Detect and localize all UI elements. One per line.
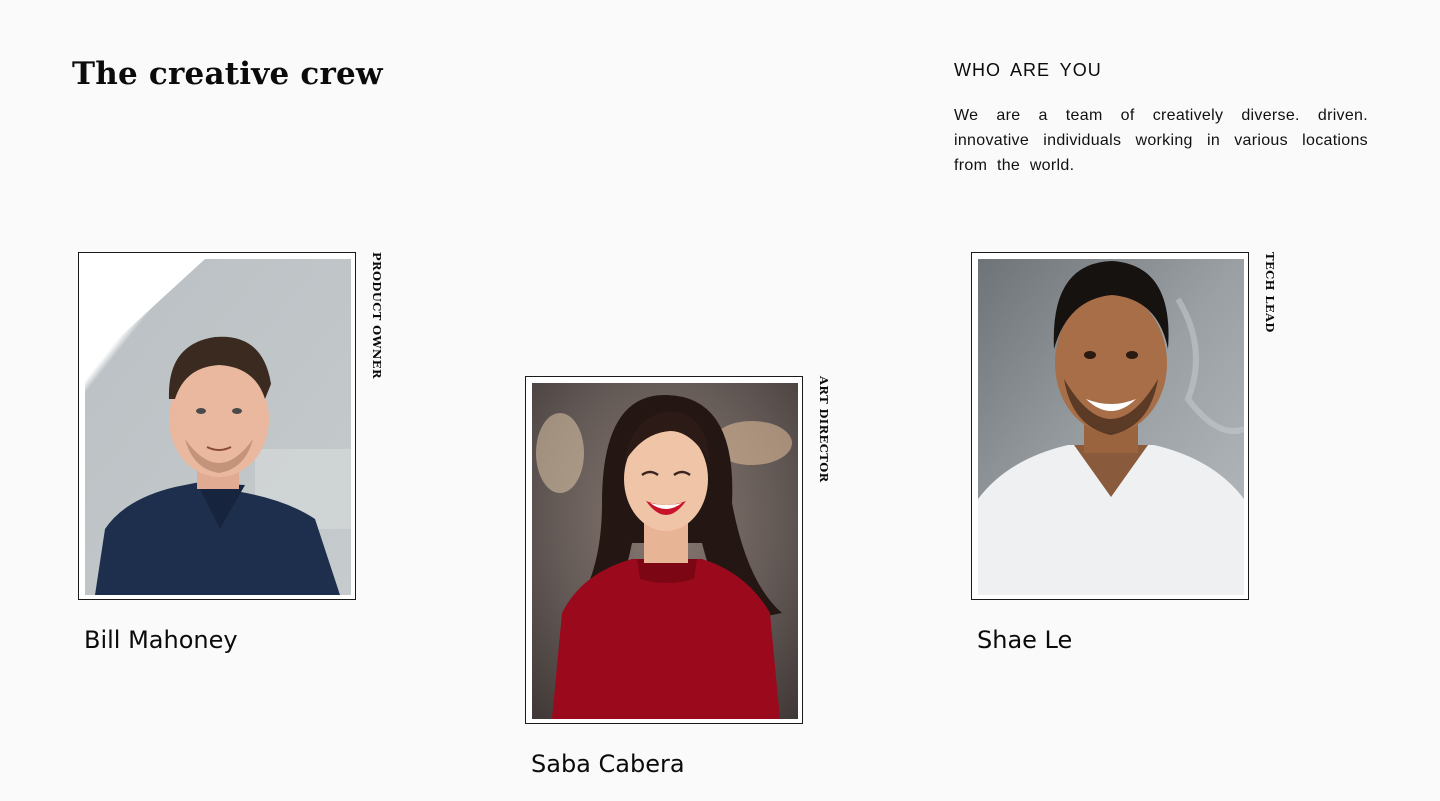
photo-frame [78,252,356,600]
member-role: ART DIRECTOR [817,376,831,483]
portrait-man-white-tshirt-image [978,259,1244,595]
portrait-woman-red-sweater-image [532,383,798,719]
photo-frame [971,252,1249,600]
member-role: PRODUCT OWNER [370,252,384,379]
member-name: Saba Cabera [531,750,685,778]
portrait-man-navy-polo-image [85,259,351,595]
about-text: We are a team of creatively diverse. dri… [954,107,1368,174]
photo-frame [525,376,803,724]
member-photo [532,383,798,719]
about-section: WHO ARE YOU We are a team of creatively … [954,60,1368,178]
about-heading: WHO ARE YOU [954,60,1102,80]
member-photo [85,259,351,595]
member-name: Bill Mahoney [84,626,238,654]
page-title: The creative crew [72,56,383,92]
member-name: Shae Le [977,626,1073,654]
member-photo [978,259,1244,595]
member-role: TECH LEAD [1263,252,1277,333]
